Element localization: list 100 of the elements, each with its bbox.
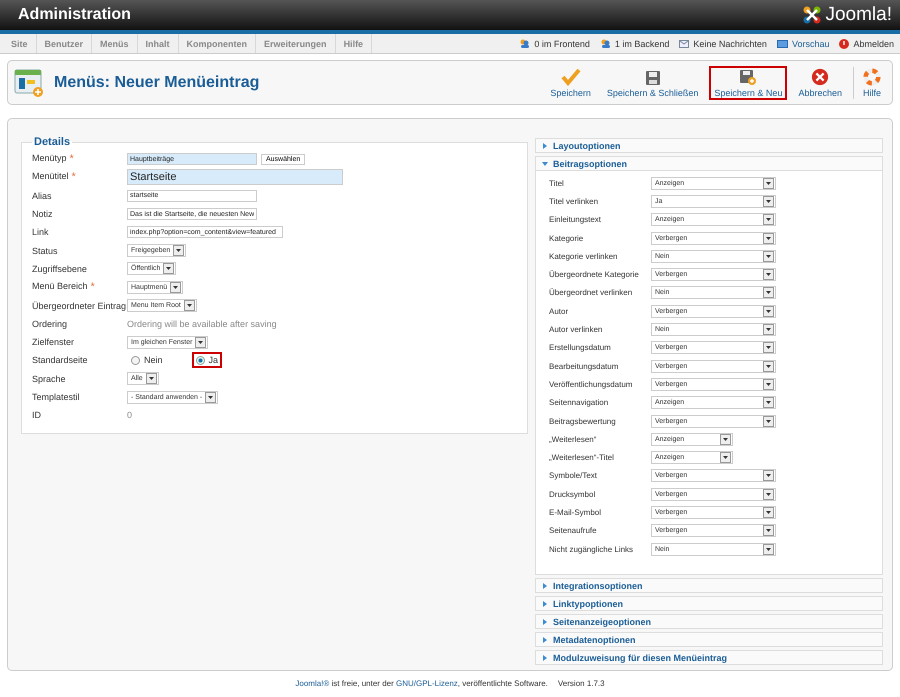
option-label: „Weiterlesen“-Titel bbox=[549, 453, 615, 462]
toolbar-button[interactable]: Speichern & Schließen bbox=[602, 66, 704, 100]
caret-icon bbox=[208, 396, 214, 398]
caret-icon bbox=[766, 510, 771, 514]
option-label: Beitragsbewertung bbox=[549, 416, 617, 426]
logo-text: Joomla! bbox=[825, 4, 892, 26]
field-value: Ordering will be available after saving bbox=[127, 318, 277, 329]
field-label: Übergeordneter Eintrag bbox=[32, 300, 126, 311]
caret-icon bbox=[766, 529, 771, 532]
caret-icon bbox=[723, 456, 728, 460]
accordion-header[interactable]: Linktypoptionen bbox=[535, 596, 883, 611]
caret-icon bbox=[542, 600, 548, 606]
caret-icon bbox=[542, 582, 548, 588]
option-label: Titel verlinken bbox=[549, 196, 600, 206]
caret-icon bbox=[542, 142, 548, 148]
radio-label[interactable]: Nein bbox=[144, 355, 163, 366]
option-label: E-Mail-Symbol bbox=[549, 508, 602, 517]
caret-icon bbox=[766, 474, 771, 478]
caret-icon bbox=[723, 438, 728, 441]
option-label: Autor bbox=[549, 306, 570, 316]
caret-icon bbox=[766, 401, 771, 404]
status-label[interactable]: 0 im Frontend bbox=[534, 38, 590, 48]
field-label: Status bbox=[32, 246, 58, 256]
field-label: Ordering bbox=[32, 318, 68, 329]
caret-icon bbox=[766, 291, 771, 294]
option-label: Kategorie bbox=[549, 234, 584, 243]
field-label: Sprache bbox=[32, 374, 66, 384]
caret-icon bbox=[542, 636, 548, 642]
footer-link[interactable]: Joomla!® bbox=[295, 679, 330, 688]
cancel-icon bbox=[810, 68, 830, 86]
toolbar-button[interactable]: Hilfe bbox=[853, 66, 887, 100]
option-label: Übergeordnet verlinken bbox=[549, 288, 634, 298]
input-field[interactable]: Startseite bbox=[127, 169, 343, 186]
logout-icon bbox=[839, 38, 850, 48]
toolbar-button[interactable]: Speichern & Neu bbox=[709, 66, 788, 100]
status-label[interactable]: 1 im Backend bbox=[614, 38, 670, 48]
required-mark: * bbox=[72, 171, 76, 184]
accordion-header[interactable]: Modulzuweisung für diesen Menüeintrag bbox=[535, 650, 883, 665]
caret-icon bbox=[148, 377, 154, 380]
logo-icon bbox=[802, 5, 822, 25]
caret-icon bbox=[766, 548, 771, 551]
caret-icon bbox=[766, 328, 771, 332]
option-label: Bearbeitungsdatum bbox=[549, 362, 620, 371]
accordion-header[interactable]: Metadatenoptionen bbox=[535, 632, 883, 647]
toolbar-button[interactable]: Abbrechen bbox=[793, 66, 847, 100]
caret-icon bbox=[766, 310, 771, 313]
footer-link[interactable]: GNU/GPL-Lizenz bbox=[396, 679, 458, 688]
users-icon bbox=[600, 39, 611, 48]
caret-icon bbox=[766, 200, 771, 203]
field-label: ID bbox=[32, 410, 41, 420]
option-label: Seitenaufrufe bbox=[549, 526, 598, 536]
menu-item-add-icon bbox=[14, 68, 44, 98]
field-label: Zielfenster bbox=[32, 337, 74, 348]
field-label: Templatestil bbox=[32, 392, 80, 402]
field-label: Zugriffsebene bbox=[32, 264, 87, 274]
caret-icon bbox=[542, 618, 548, 624]
required-mark: * bbox=[70, 153, 74, 166]
radio-label[interactable]: Ja bbox=[208, 355, 218, 366]
option-label: Autor verlinken bbox=[549, 325, 604, 334]
version-text: Version 1.7.3 bbox=[558, 679, 605, 688]
accordion-header[interactable]: Layoutoptionen bbox=[535, 138, 883, 153]
option-label: Erstellungsdatum bbox=[549, 343, 612, 352]
page-title: Menüs: Neuer Menüeintrag bbox=[54, 74, 260, 92]
accordion-header[interactable]: Integrationsoptionen bbox=[535, 578, 883, 593]
radio-button[interactable] bbox=[131, 356, 140, 365]
required-mark: * bbox=[90, 281, 95, 294]
caret-icon bbox=[766, 382, 771, 386]
caret-icon bbox=[766, 346, 771, 350]
field-label: Standardseite bbox=[32, 355, 88, 366]
app-title: Administration bbox=[18, 6, 131, 24]
option-label: Übergeordnete Kategorie bbox=[549, 270, 640, 280]
caret-icon bbox=[166, 267, 172, 270]
caret-icon bbox=[766, 364, 771, 368]
status-label[interactable]: Keine Nachrichten bbox=[693, 38, 767, 48]
field-label: Menütyp bbox=[32, 153, 67, 166]
caret-icon bbox=[766, 182, 771, 185]
caret-icon bbox=[766, 236, 771, 240]
caret-icon bbox=[766, 420, 771, 422]
field-label: Link bbox=[32, 227, 49, 238]
option-label: Einleitungstext bbox=[549, 215, 602, 224]
floppy-disk-plus-icon bbox=[739, 68, 758, 86]
caret-icon bbox=[766, 218, 771, 222]
field-label: Menütitel bbox=[32, 171, 69, 184]
caret-icon bbox=[176, 249, 182, 252]
checkmark-icon bbox=[560, 68, 581, 86]
users-icon bbox=[519, 39, 530, 48]
option-label: Symbole/Text bbox=[549, 471, 598, 480]
caret-icon bbox=[766, 254, 771, 258]
accordion-header[interactable]: Beitragsoptionen bbox=[535, 156, 883, 171]
status-label[interactable]: Abmelden bbox=[853, 38, 894, 48]
field-value: 0 bbox=[127, 410, 132, 420]
envelope-icon bbox=[679, 40, 690, 48]
field-label: Menü Bereich bbox=[32, 281, 88, 294]
status-label[interactable]: Vorschau bbox=[792, 38, 830, 48]
option-label: Veröffentlichungsdatum bbox=[549, 380, 634, 389]
footer-text: Joomla!® ist freie, unter der GNU/GPL-Lizenz, veröffentlichte Software. bbox=[295, 679, 548, 688]
accordion-header[interactable]: Seitenanzeigeoptionen bbox=[535, 614, 883, 629]
radio-button[interactable] bbox=[196, 356, 205, 365]
toolbar-button[interactable]: Speichern bbox=[545, 66, 596, 100]
option-label: „Weiterlesen“ bbox=[549, 434, 598, 444]
